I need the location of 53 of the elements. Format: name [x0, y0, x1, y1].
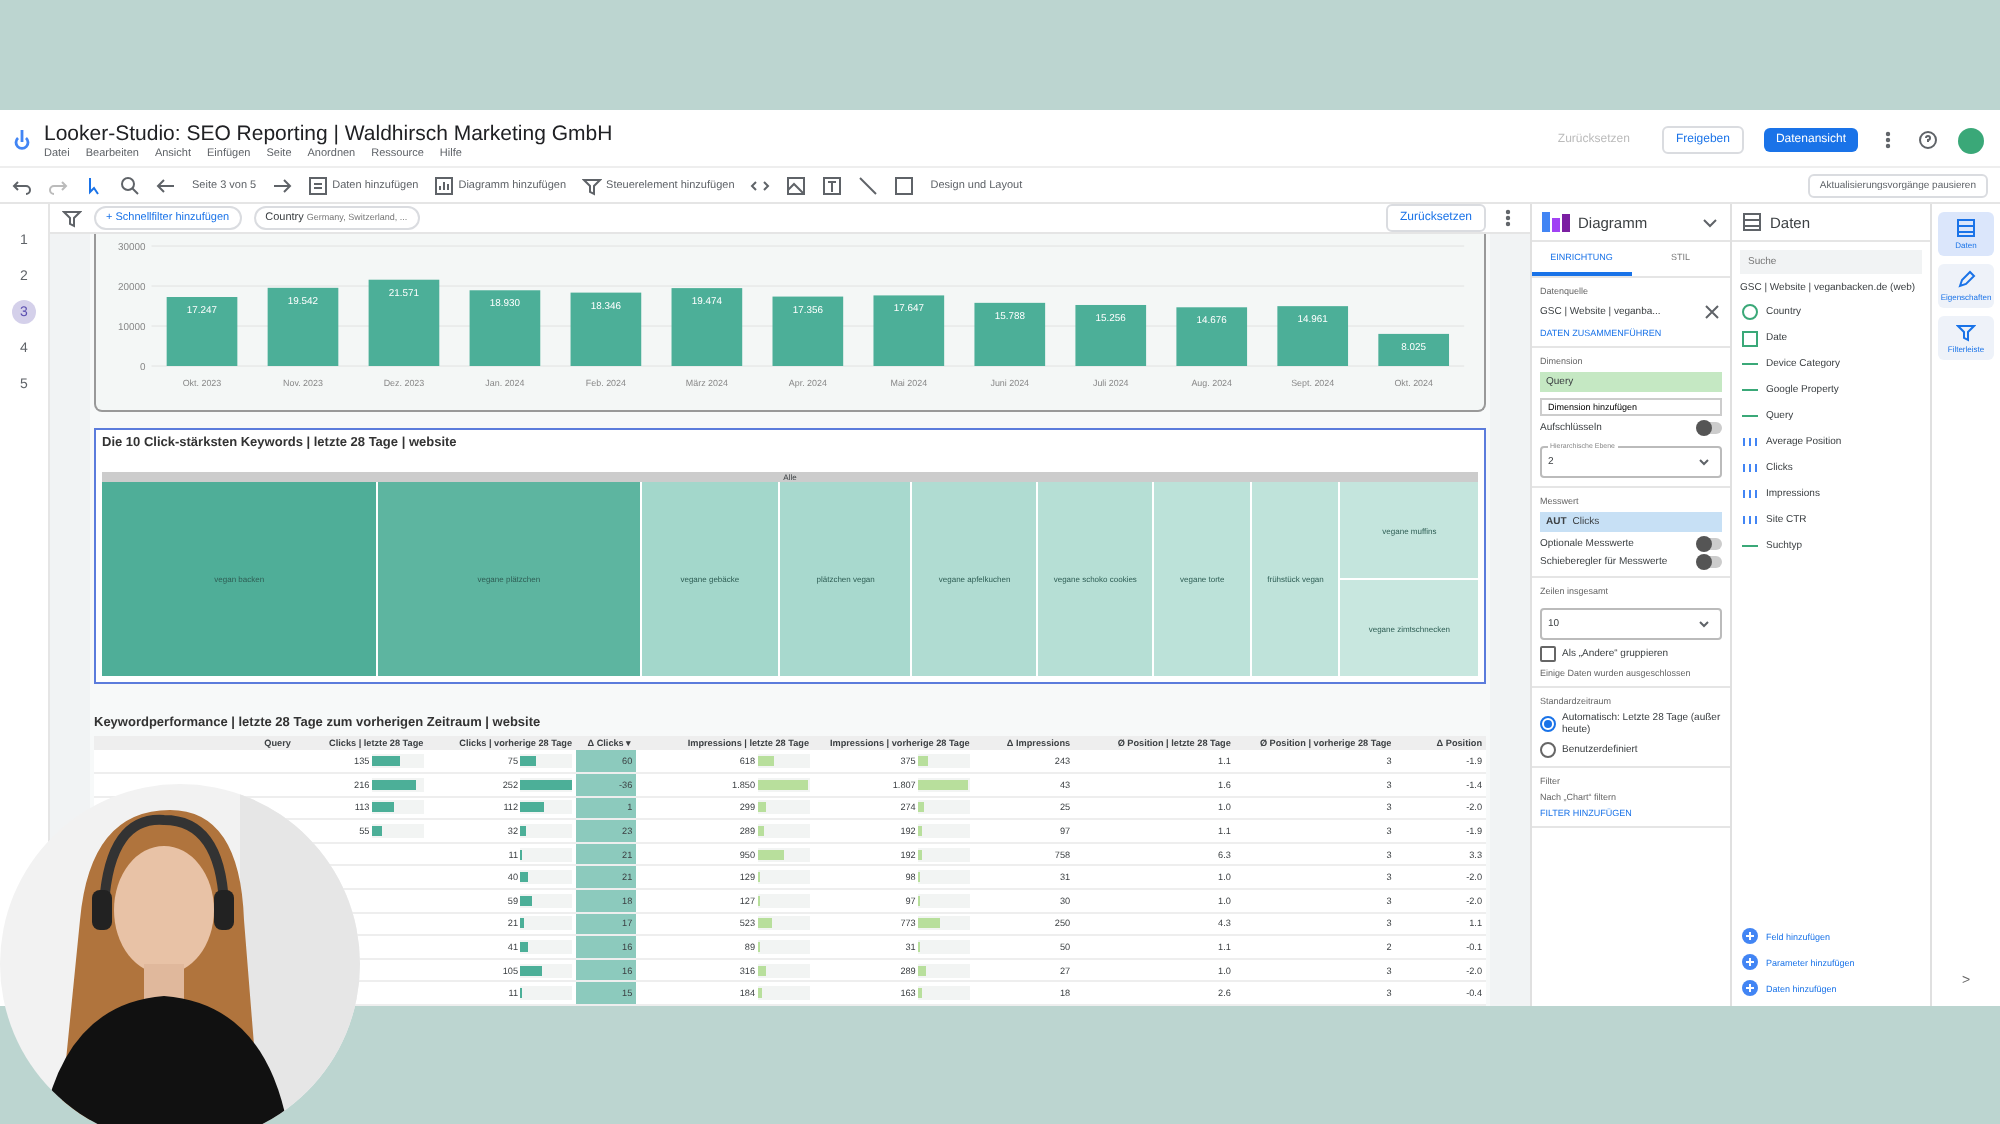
arrow-right-icon — [272, 175, 293, 195]
bar — [469, 291, 541, 367]
bar — [1378, 334, 1449, 367]
bar — [267, 288, 339, 367]
bar — [671, 289, 743, 367]
undo-icon — [12, 175, 32, 195]
bar — [772, 297, 844, 367]
code-icon — [750, 175, 771, 195]
toggle-switch[interactable] — [1698, 556, 1722, 568]
add-icon — [1740, 926, 1760, 946]
add-chart-icon — [434, 175, 455, 195]
bar — [570, 293, 642, 367]
bar — [1075, 305, 1147, 367]
logo-icon — [12, 128, 32, 152]
redo-icon — [48, 175, 68, 195]
bar — [1277, 307, 1349, 367]
table-icon — [1956, 218, 1976, 238]
number-field-icon — [1740, 458, 1760, 478]
toggle-switch[interactable] — [1698, 422, 1722, 434]
bar — [368, 280, 440, 367]
shape-icon — [894, 175, 915, 195]
add-control-icon — [582, 175, 603, 195]
add-icon — [1740, 978, 1760, 998]
help-icon — [1918, 130, 1938, 150]
checkbox[interactable] — [1540, 646, 1556, 662]
text-icon — [822, 175, 843, 195]
arrow-left-icon — [156, 175, 176, 195]
bar — [166, 297, 238, 367]
number-field-icon — [1740, 432, 1760, 452]
filter-icon — [1956, 322, 1976, 342]
image-icon — [786, 175, 807, 195]
radio-button[interactable] — [1540, 742, 1556, 758]
bar — [1176, 308, 1248, 367]
bar — [873, 296, 945, 367]
cursor-icon — [84, 175, 104, 195]
filter-icon — [62, 208, 82, 229]
report-title: Looker-Studio: SEO Reporting | Waldhirsch Marketing GmbH — [44, 121, 613, 145]
table-icon — [1742, 212, 1762, 232]
calendar-icon — [1740, 328, 1760, 348]
close-icon — [1702, 302, 1722, 322]
bar — [974, 303, 1046, 367]
number-field-icon — [1740, 510, 1760, 530]
line-icon — [858, 175, 879, 195]
avatar[interactable] — [1958, 127, 1984, 153]
add-icon — [1740, 952, 1760, 972]
globe-icon — [1740, 302, 1760, 322]
zoom-icon — [120, 175, 140, 195]
add-data-icon — [308, 175, 329, 195]
chart-type-icon — [1542, 212, 1570, 232]
number-field-icon — [1740, 484, 1760, 504]
pencil-icon — [1956, 270, 1976, 290]
toggle-switch[interactable] — [1698, 538, 1722, 550]
radio-button[interactable] — [1540, 716, 1556, 732]
